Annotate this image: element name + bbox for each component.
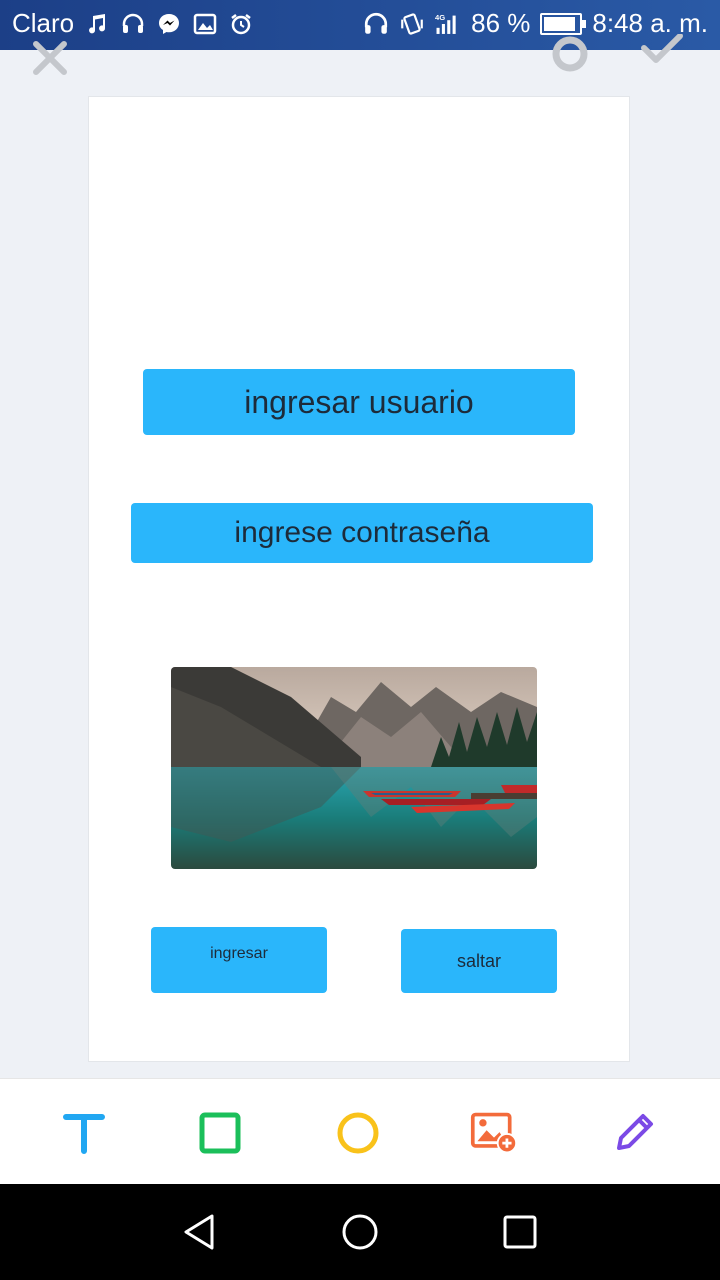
circle-tool-icon[interactable] xyxy=(334,1109,382,1157)
signal-4g-icon: 4G xyxy=(435,11,461,37)
text-tool-icon[interactable] xyxy=(60,1109,108,1157)
vibrate-icon xyxy=(399,11,425,37)
recent-apps-icon[interactable] xyxy=(500,1212,540,1252)
password-field-label: ingrese contraseña xyxy=(234,516,490,549)
status-bar: Claro 4G 86 % 8:48 a. m. xyxy=(0,0,720,50)
ingresar-button-label: ingresar xyxy=(210,945,268,962)
status-left: Claro xyxy=(12,8,254,39)
landscape-image xyxy=(171,667,537,869)
system-navigation-bar xyxy=(0,1184,720,1280)
home-icon[interactable] xyxy=(340,1212,380,1252)
pen-tool-icon[interactable] xyxy=(610,1109,658,1157)
carrier-name: Claro xyxy=(12,8,75,38)
battery-percent: 86 % xyxy=(471,8,531,38)
check-icon[interactable] xyxy=(640,33,684,74)
drawing-toolbar xyxy=(0,1078,720,1185)
messenger-icon xyxy=(156,11,182,37)
close-icon[interactable] xyxy=(30,38,70,78)
wireframe-canvas: ingresar usuario ingrese contraseña ingr… xyxy=(88,96,630,1062)
username-field[interactable]: ingresar usuario xyxy=(143,369,575,435)
back-icon[interactable] xyxy=(180,1212,220,1252)
svg-text:4G: 4G xyxy=(435,13,445,22)
saltar-button-label: saltar xyxy=(456,950,501,971)
editor-top-actions xyxy=(0,33,720,90)
rectangle-tool-icon[interactable] xyxy=(196,1109,244,1157)
password-field[interactable]: ingrese contraseña xyxy=(131,503,593,563)
undo-icon[interactable] xyxy=(548,32,588,72)
username-field-label: ingresar usuario xyxy=(244,383,474,420)
alarm-icon xyxy=(228,11,254,37)
gallery-icon xyxy=(192,11,218,37)
ingresar-button[interactable]: ingresar xyxy=(151,927,327,993)
add-image-tool-icon[interactable] xyxy=(470,1109,518,1157)
saltar-button[interactable]: saltar xyxy=(401,929,557,993)
headphones-icon xyxy=(363,11,389,37)
headset-icon xyxy=(120,11,146,37)
music-icon xyxy=(84,11,110,37)
